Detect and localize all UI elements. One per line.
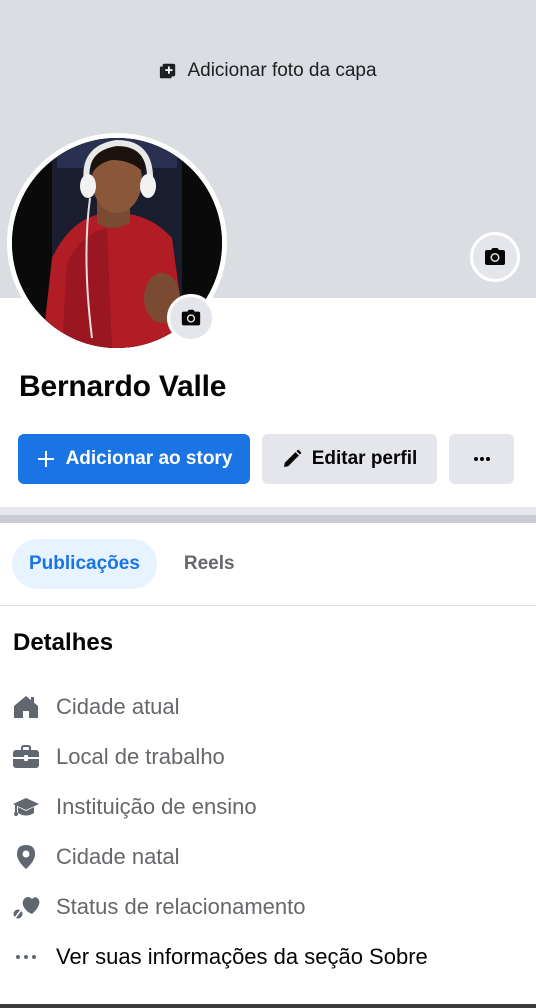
detail-label: Instituição de ensino — [56, 794, 257, 819]
camera-icon — [485, 248, 505, 265]
heart-icon — [13, 897, 40, 919]
edit-profile-picture-camera-button[interactable] — [167, 294, 215, 342]
tab-publicacoes[interactable]: Publicações — [12, 539, 157, 589]
add-cover-photo-button[interactable]: Adicionar foto da capa — [0, 60, 536, 82]
bottom-edge — [0, 1004, 536, 1008]
location-pin-icon — [17, 845, 35, 869]
edit-cover-camera-button[interactable] — [470, 232, 520, 282]
detail-item-current-city[interactable]: Cidade atual — [12, 682, 522, 732]
tab-publicacoes-label: Publicações — [29, 553, 140, 574]
add-photo-icon — [160, 63, 176, 79]
detail-item-see-about[interactable]: Ver suas informações da seção Sobre — [12, 932, 522, 982]
detail-label: Local de trabalho — [56, 744, 225, 769]
camera-icon — [181, 309, 201, 326]
more-dots-icon — [16, 955, 36, 959]
detail-item-hometown[interactable]: Cidade natal — [12, 832, 522, 882]
section-divider-top — [0, 507, 536, 515]
edit-profile-label: Editar perfil — [311, 448, 418, 469]
add-to-story-button[interactable]: Adicionar ao story — [18, 434, 250, 484]
profile-name: Bernardo Valle — [19, 370, 227, 403]
detail-item-workplace[interactable]: Local de trabalho — [12, 732, 522, 782]
add-to-story-label: Adicionar ao story — [65, 448, 233, 469]
briefcase-icon — [13, 745, 39, 768]
detail-label: Status de relacionamento — [56, 894, 306, 919]
graduation-cap-icon — [13, 798, 39, 816]
add-cover-photo-label: Adicionar foto da capa — [187, 60, 377, 81]
details-list: Cidade atual Local de trabalho Instituiç… — [12, 682, 522, 982]
home-icon — [14, 696, 38, 718]
profile-actions: Adicionar ao story Editar perfil — [18, 434, 514, 484]
pencil-icon — [283, 449, 301, 467]
plus-icon — [37, 451, 54, 467]
detail-label: Cidade atual — [56, 694, 180, 719]
detail-item-education[interactable]: Instituição de ensino — [12, 782, 522, 832]
tab-reels[interactable]: Reels — [167, 539, 252, 589]
detail-item-relationship[interactable]: Status de relacionamento — [12, 882, 522, 932]
more-options-button[interactable] — [449, 434, 514, 484]
tab-reels-label: Reels — [183, 553, 235, 574]
details-heading: Detalhes — [13, 629, 114, 656]
edit-profile-button[interactable]: Editar perfil — [262, 434, 437, 484]
profile-tabs: Publicações Reels — [12, 539, 252, 589]
tabs-divider — [0, 605, 536, 606]
more-dots-icon — [473, 457, 490, 461]
detail-label: Cidade natal — [56, 844, 180, 869]
see-about-info-link[interactable]: Ver suas informações da seção Sobre — [56, 944, 428, 970]
